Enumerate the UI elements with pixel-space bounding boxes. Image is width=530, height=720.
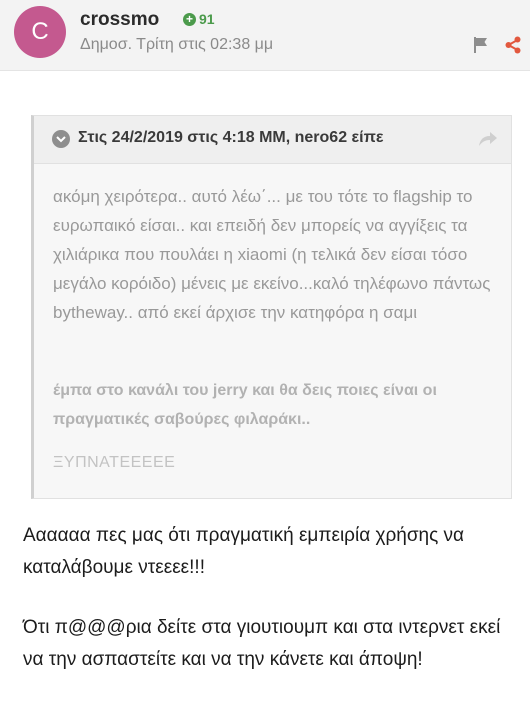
quote-block: Στις 24/2/2019 στις 4:18 ΜΜ, nero62 είπε… <box>31 115 512 499</box>
quote-header: Στις 24/2/2019 στις 4:18 ΜΜ, nero62 είπε <box>34 116 511 164</box>
post-header: C crossmo + 91 Δημοσ. Τρίτη στις 02:38 μ… <box>0 0 530 71</box>
reply-paragraph: Αααααα πες μας ότι πραγματική εμπειρία χ… <box>23 525 465 578</box>
chevron-down-icon[interactable] <box>52 130 70 148</box>
share-icon[interactable] <box>504 36 522 54</box>
reputation-badge: + 91 <box>183 11 215 27</box>
quote-shout-text: ΞΥΠΝΑΤΕΕΕΕΕ <box>53 454 176 471</box>
reply-arrow-icon[interactable] <box>478 130 498 148</box>
reputation-count: 91 <box>199 11 215 27</box>
reply-paragraph: Ότι π@@@ρια δείτε στα γιουτιουμπ και στα… <box>23 617 501 670</box>
author-name[interactable]: crossmo <box>80 9 159 31</box>
avatar[interactable]: C <box>14 6 66 58</box>
post-timestamp: Δημοσ. Τρίτη στις 02:38 μμ <box>80 36 274 53</box>
quote-text: ακόμη χειρότερα.. αυτό λέω΄... με του τό… <box>53 187 491 322</box>
quote-bold-text: έμπα στο κανάλι του jerry και θα δεις πο… <box>53 382 437 428</box>
flag-icon[interactable] <box>472 36 490 54</box>
quote-citation: Στις 24/2/2019 στις 4:18 ΜΜ, nero62 είπε <box>78 129 384 146</box>
plus-circle-icon: + <box>183 12 196 26</box>
